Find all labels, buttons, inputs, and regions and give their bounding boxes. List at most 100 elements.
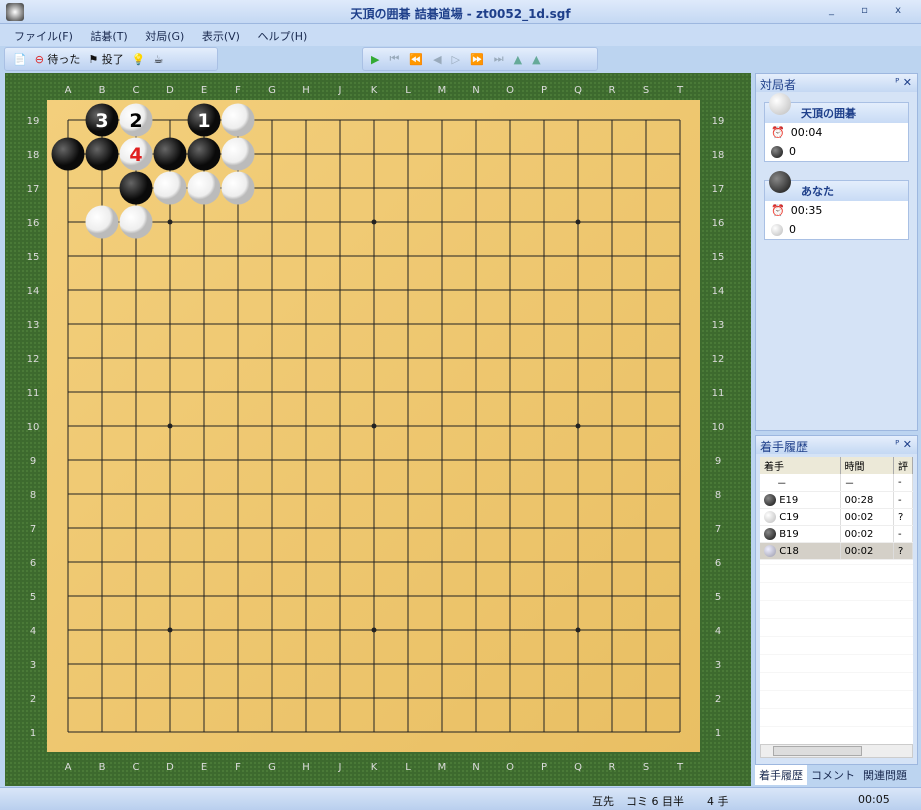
horizontal-scrollbar[interactable] (760, 744, 913, 758)
fast-back-icon[interactable]: ⏪ (409, 53, 425, 66)
row-label: 2 (715, 694, 721, 705)
board-area: A A 19 19 B B 18 18 C C 17 17 D D 16 16 E E 15 15 F F 14 14 G G 13… (5, 73, 751, 786)
row-label: 19 (712, 116, 725, 127)
branch-up-icon[interactable]: ▲ (514, 53, 524, 66)
row-label: 16 (712, 218, 725, 229)
flag-icon: ⚑ (88, 53, 99, 66)
tea-icon[interactable]: ☕ (154, 53, 164, 66)
status-handicap: 互先 (592, 795, 614, 808)
close-icon[interactable]: ᴾ ✕ (895, 438, 912, 451)
status-moves: 4 手 (707, 795, 729, 808)
column-label: F (235, 762, 241, 773)
row-label: 16 (27, 218, 40, 229)
row-label: 17 (27, 184, 40, 195)
eval: ? (893, 508, 913, 526)
eval: - (893, 491, 913, 509)
row-label: 11 (27, 388, 40, 399)
row-label: 12 (27, 354, 40, 365)
undo-button[interactable]: ⊖ 待った (35, 51, 81, 67)
column-label: P (541, 85, 547, 96)
star-point (167, 423, 173, 429)
row-label: 1 (30, 728, 36, 739)
stone-white-icon (769, 93, 791, 115)
column-label: K (371, 762, 378, 773)
move: C18 (779, 546, 799, 557)
menu-view[interactable]: 表示(V) (202, 28, 240, 44)
window-title: 天頂の囲碁 詰碁道場 - zt0052_1d.sgf (350, 7, 571, 21)
tab-comment[interactable]: コメント (807, 765, 859, 785)
status-clock: 00:05 (858, 793, 890, 806)
column-label: R (609, 85, 616, 96)
fast-forward-icon[interactable]: ⏩ (470, 53, 486, 66)
captures-black-icon (771, 145, 783, 158)
star-point (371, 423, 377, 429)
row-label: 6 (30, 558, 36, 569)
history-row[interactable]: C18 00:02? (760, 542, 913, 560)
move-number: 2 (129, 110, 142, 132)
row-label: 9 (30, 456, 36, 467)
row-label: 14 (27, 286, 40, 297)
new-icon[interactable]: 📄 (13, 53, 27, 66)
black-stone (51, 137, 85, 171)
menu-file[interactable]: ファイル(F) (14, 28, 73, 44)
forward-icon[interactable]: ▷ (452, 53, 462, 66)
hint-icon[interactable]: 💡 (132, 53, 146, 66)
row-label: 3 (30, 660, 36, 671)
column-label: E (201, 762, 207, 773)
menu-game[interactable]: 対局(G) (145, 28, 184, 44)
status-bar: 互先 コミ 6 目半 4 手 00:05 (0, 787, 921, 810)
player-time: 00:04 (790, 126, 823, 139)
row-label: 7 (30, 524, 36, 535)
white-stone (221, 171, 255, 205)
column-header[interactable]: 時間 (840, 457, 894, 474)
player-name: あなた (801, 185, 834, 198)
stone-black-icon (764, 494, 776, 506)
go-board[interactable]: AA19 19BB18 18CC17 17DD16 16EE15 15FF14 14GG13… (5, 73, 751, 786)
branch-down-icon[interactable]: ▲ (532, 53, 542, 66)
history-panel-title: 着手履歴 (760, 440, 809, 454)
history-row[interactable]: E19 00:28- (760, 491, 913, 509)
column-label: T (676, 762, 684, 773)
time: 00:02 (840, 525, 894, 543)
player-captures: 0 (789, 223, 796, 236)
star-point (575, 219, 581, 225)
column-label: D (166, 85, 174, 96)
back-icon[interactable]: ◀ (433, 53, 443, 66)
column-header[interactable]: 評 (893, 457, 913, 474)
black-stone (153, 137, 187, 171)
captures-white-icon (771, 223, 783, 236)
row-label: 10 (712, 422, 725, 433)
row-label: 6 (715, 558, 721, 569)
first-icon[interactable]: ⏮ (389, 52, 401, 66)
last-icon[interactable]: ⏭ (494, 52, 506, 66)
time: 00:02 (840, 542, 894, 560)
tab-history[interactable]: 着手履歴 (755, 765, 807, 785)
row-label: 1 (715, 728, 721, 739)
tab-related[interactable]: 関連問題 (859, 765, 911, 785)
menu-help[interactable]: ヘルプ(H) (257, 28, 307, 44)
column-label: C (133, 85, 140, 96)
resign-button[interactable]: ⚑ 投了 (88, 51, 123, 67)
star-point (371, 627, 377, 633)
row-label: 9 (715, 456, 721, 467)
star-point (167, 627, 173, 633)
history-row[interactable]: －－ - (760, 474, 913, 492)
row-label: 13 (712, 320, 725, 331)
white-stone (187, 171, 221, 205)
status-komi: コミ 6 目半 (626, 795, 684, 808)
row-label: 18 (27, 150, 40, 161)
play-icon[interactable]: ▶ (371, 53, 381, 66)
row-label: 7 (715, 524, 721, 535)
window-controls[interactable]: _ ▫ x (829, 5, 913, 16)
history-row[interactable]: C19 00:02? (760, 508, 913, 526)
black-stone (187, 137, 221, 171)
column-label: O (506, 85, 514, 96)
eval: - (893, 474, 913, 492)
stone-black-icon (764, 528, 776, 540)
history-row[interactable]: B19 00:02- (760, 525, 913, 543)
close-icon[interactable]: ᴾ ✕ (895, 76, 912, 89)
menu-tsumego[interactable]: 詰碁(T) (90, 28, 127, 44)
column-label: L (405, 762, 411, 773)
player-time: 00:35 (790, 204, 823, 217)
column-header[interactable]: 着手 (760, 457, 841, 474)
